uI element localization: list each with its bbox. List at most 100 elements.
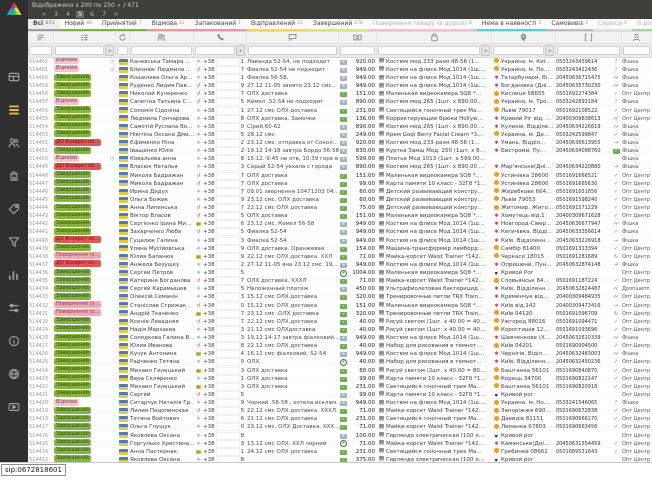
last-page-button[interactable]: » [112,11,120,18]
table-row[interactable]: 514433ЗавершенийОлексій Семанін✳+38315.1… [28,293,652,301]
tab-Всі[interactable]: Всі471 [28,19,60,31]
table-row[interactable]: 514434ЗавершенийСергей Карамышев✳+385Нал… [28,285,652,293]
status-filter-dropdown[interactable]: ▾ [105,45,114,56]
table-row[interactable]: 514460ЗавершенийКошелева Ольга Ар…✳+381Ф… [28,74,652,82]
table-row[interactable]: 514456ЗавершенийСоломія Сідоніна✳+38127.… [28,107,652,115]
table-row[interactable]: 514461Відмова◷Близнюк Людмила …↺+387Фиал… [28,66,652,74]
table-row[interactable]: 514447ЗавершенийМикола Бадражан↺+387ОЛХ … [28,180,652,188]
info-icon[interactable] [8,335,21,347]
manager-column-header-icon[interactable] [622,32,652,43]
money-filter-input[interactable] [340,46,375,55]
table-row[interactable]: 514453ЗавершенийНікітіна Оксана Дми…✳+38… [28,131,652,139]
tab-Повернення товару (в дорозі)[interactable]: Повернення товару (в дорозі)0 [368,19,477,31]
page-button-6[interactable]: 6 [88,11,96,18]
table-row[interactable]: 514428ЗавершенийСолодкова Галина В…✳+383… [28,334,652,342]
tab-Відправлений[interactable]: Відправлений12 [246,19,308,31]
table-row[interactable]: 514435ЗавершенийКатерина Богданова↺+387О… [28,277,652,285]
table-row[interactable]: 514458ЗавершенийНиколай Кучеренко↺+387ОЛ… [28,90,652,98]
table-row[interactable]: 514451ЗавершенийІващенко Юлія✳+38219.12 … [28,147,652,155]
video-icon[interactable] [8,401,21,413]
tab-Прийнятий[interactable]: Прийнятий7 [97,19,147,31]
tab-Завершений[interactable]: Завершений278 [308,19,368,31]
tab-Запакований[interactable]: Запакований1 [190,19,246,31]
company-icon[interactable] [8,170,21,182]
table-row[interactable]: 514443ЗавершенийВіктор Власов↺+385ОЛХ до… [28,212,652,220]
phone-column-header-icon[interactable] [194,32,247,43]
clients-icon[interactable] [8,137,21,149]
table-row[interactable]: 514444ЗавершенийАнна Липенська↺+38722.12… [28,204,652,212]
table-row[interactable]: 514427ЗавершенийЮлия Иванова↺+38822.12 с… [28,342,652,350]
tab-Новий[interactable]: Новий48 [60,19,97,31]
clients-filter-input[interactable] [131,46,192,55]
clients-column-header-icon[interactable] [130,32,194,43]
table-row[interactable]: 514439ЗавершенийУляна Мусійовська✳+389ОЛ… [28,245,652,253]
table-row[interactable]: 514436ЗавершенийСергей Петров✳+385₴1004.… [28,269,652,277]
rows-filter-input[interactable] [29,46,52,55]
status-column-header-icon[interactable] [54,32,116,43]
table-row[interactable]: 514430ЗавершенийКсенія Левадняя↺+38722.1… [28,318,652,326]
tab-Відмова[interactable]: Відмова42 [147,19,190,31]
table-row[interactable]: 514418ЗавершенийТетяна Войтович✳+38621.1… [28,415,652,423]
table-row[interactable]: 514431Повернення (з…Андрій Ткаченкоlc+38… [28,310,652,318]
tab-Нема в наявності[interactable]: Нема в наявності1 [477,19,546,31]
rows-column-header-icon[interactable] [28,32,54,43]
products-filter-dropdown[interactable]: ▾ [481,45,490,56]
page-size-caret-icon[interactable]: ▾ [118,3,121,9]
phone-filter-input[interactable] [195,46,235,55]
funnel-icon[interactable] [8,236,21,248]
sync-filter-input[interactable] [117,46,128,55]
table-row[interactable]: 514437ДО Возврат ок…Анжела Безушку✳+3822… [28,261,652,269]
table-row[interactable]: 514441ЗавершенийЗахарченко Люба↺+385Фиал… [28,228,652,236]
location-column-header-icon[interactable] [492,32,556,43]
page-button-5[interactable]: 5 [76,11,84,18]
table-row[interactable]: 514414ЗавершенийАнна Пастернакlc+38124.1… [28,448,652,456]
table-row[interactable]: 514423ЗавершенийВера Скляренко✳+381ОЛХ д… [28,375,652,383]
first-page-button[interactable]: « [40,11,48,18]
tags-icon[interactable] [8,203,21,215]
products-column-header-icon[interactable] [377,32,492,43]
phone-filter-dropdown[interactable]: ▾ [236,45,245,56]
location-filter-input[interactable] [493,46,544,55]
table-row[interactable]: 514448ЗавершенийМикола Бадражан↺+387ОЛХ … [28,172,652,180]
table-row[interactable]: 514425ЗавершенийРадченко Тетяна✳+380ОЛХ₴… [28,358,652,366]
tab-В дорозі додому[interactable]: В дорозі додому0 [632,19,652,31]
globe-icon[interactable] [8,368,21,380]
table-row[interactable]: 514426ЗавершенийКучук Антонинаlc+38416.1… [28,350,652,358]
sync-column-header-icon[interactable] [116,32,130,43]
money-column-header-icon[interactable] [339,32,377,43]
table-row[interactable]: 514445ЗавершенийОльга Божик✳+38923.12 см… [28,196,652,204]
stats-icon[interactable] [8,269,21,281]
table-row[interactable]: 514424ЗавершенийМихаил Гилецькийlc+383ОЛ… [28,367,652,375]
app-logo-icon[interactable] [7,2,22,15]
tab-Самовивіз[interactable]: Самовивіз2 [546,19,593,31]
table-row[interactable]: 514429ЗавершенийНадія Мерзаєва✳+38321.12… [28,326,652,334]
comments-filter-input[interactable] [248,46,337,55]
table-row[interactable]: 514421ЗавершенийСергей↺+385₴99.00Карта п… [28,391,652,399]
manager-filter-input[interactable] [623,46,650,55]
dashboard-icon[interactable] [8,71,21,83]
tuner-icon[interactable] [8,302,21,314]
comments-column-header-icon[interactable] [247,32,339,43]
table-row[interactable]: 514438Повернення (з…Юлия Баланюкlc+38922… [28,253,652,261]
table-row[interactable]: 514459ЗавершенийРуденко Лидия Пав…↺+3892… [28,82,652,90]
orders-icon[interactable] [8,104,21,116]
table-row[interactable]: 514457ВідмоваСапегіна Татьяна С…↺+385Кем… [28,98,652,106]
table-row[interactable]: 514442ЗавершенийСергієнко Ірина Ми…lc+38… [28,220,652,228]
products-filter-input[interactable] [378,46,480,55]
status-filter-input[interactable] [55,46,104,55]
table-row[interactable]: 514454ЗавершенийСамотій Руслана Во…✳+380… [28,123,652,131]
location-filter-dropdown[interactable]: ▾ [545,45,554,56]
table-row[interactable]: 514422ЗавершенийМихаил Гилецькийlc+383ОЛ… [28,383,652,391]
table-row[interactable]: 514440ДО Возврат ок…Гуцалюк Галина✳+383Ф… [28,237,652,245]
table-row[interactable]: 514417ЗавершенийОльга Глущук✳+38023.12 с… [28,423,652,431]
page-button-4[interactable]: 4 [64,11,72,18]
table-row[interactable]: 514415ЗавершенийГоргулько Христина…✳+383… [28,440,652,448]
ttn-column-header-icon[interactable] [556,32,622,43]
table-row[interactable]: 514419ЗавершенийЛилия Подолинская↺+38522… [28,407,652,415]
table-row[interactable]: 514416ЗавершенийЯковлева Оксана✳+388₴100… [28,432,652,440]
table-row[interactable]: 514462Відмова◷Каневська Тамара …✳+381Лав… [28,58,652,66]
table-row[interactable]: 514450Відмова◷Ковальова анна✳+38815.12. … [28,155,652,163]
table-row[interactable]: 514446ЗавершенийИрина Дидух✳+38709.01 зв… [28,188,652,196]
ttn-filter-input[interactable] [557,46,620,55]
page-button-3[interactable]: 3 [52,11,60,18]
